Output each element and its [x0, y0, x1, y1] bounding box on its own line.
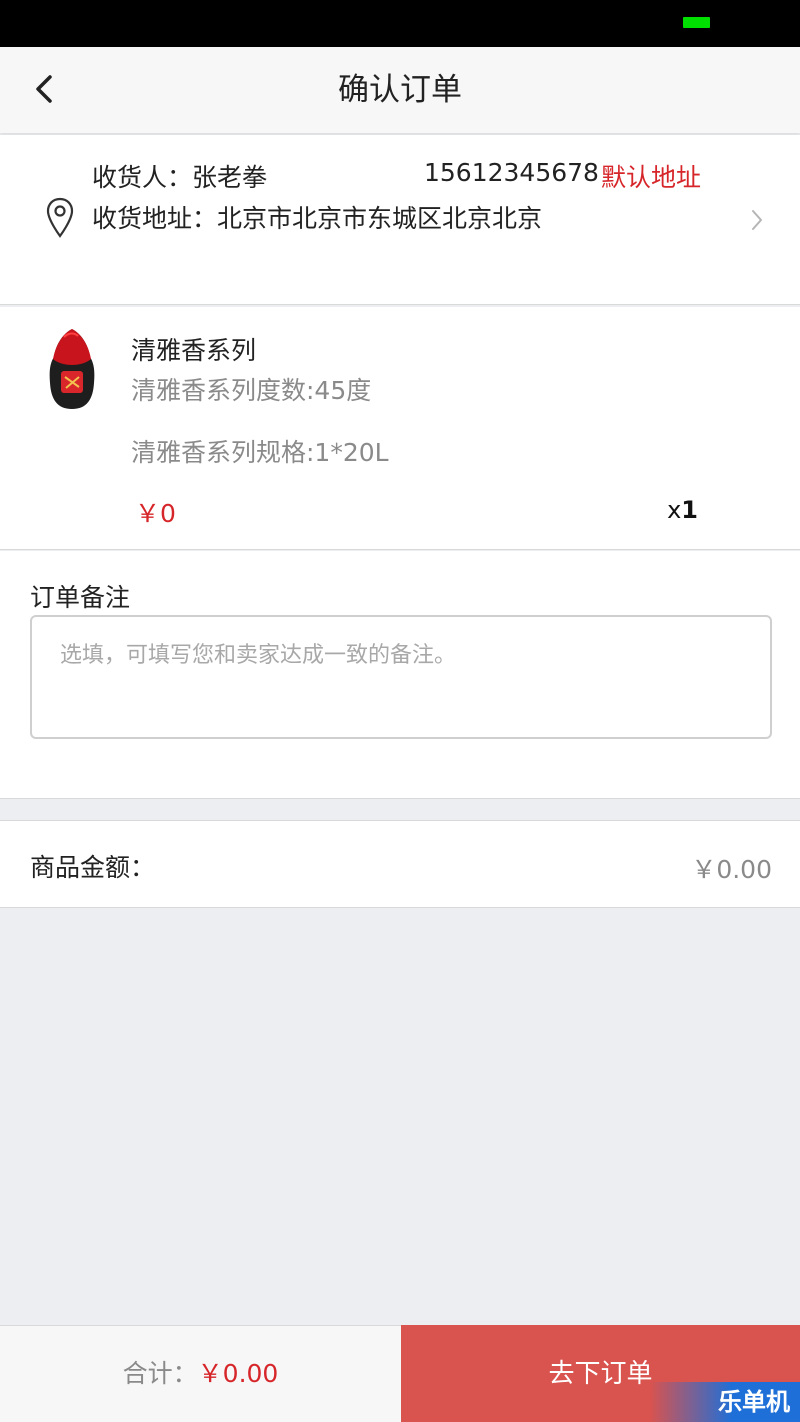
back-button[interactable]	[22, 67, 66, 111]
quantity-value: 1	[681, 496, 698, 524]
consignee-name: 收货人：张老拳	[92, 163, 268, 192]
goods-amount-label: 商品金额：	[30, 853, 156, 882]
product-price: ￥0	[135, 499, 176, 528]
address-card[interactable]: 收货人：张老拳 15612345678 默认地址 收货地址：北京市北京市东城区北…	[0, 135, 800, 305]
consignee-phone: 15612345678	[424, 158, 599, 187]
status-bar	[0, 0, 800, 47]
order-total: 合计：￥0.00	[0, 1325, 401, 1422]
product-spec-degree: 清雅香系列度数:45度	[131, 376, 372, 405]
goods-amount-value: ￥0.00	[691, 855, 772, 884]
product-quantity: x1	[667, 496, 698, 524]
remark-label: 订单备注	[30, 583, 131, 612]
total-label: 合计：	[122, 1359, 198, 1388]
chevron-right-icon	[752, 210, 762, 230]
product-spec-size: 清雅香系列规格:1*20L	[131, 438, 389, 467]
battery-icon	[683, 17, 710, 28]
total-value: ￥0.00	[197, 1359, 279, 1388]
remark-input[interactable]	[60, 643, 750, 668]
page-title: 确认订单	[338, 72, 462, 108]
remark-box[interactable]	[30, 615, 772, 739]
chevron-left-icon	[36, 75, 52, 103]
watermark-logo: 乐单机	[650, 1382, 800, 1422]
product-item: 清雅香系列 清雅香系列度数:45度 清雅香系列规格:1*20L ￥0 x1	[0, 307, 800, 550]
shipping-address: 收货地址：北京市北京市东城区北京北京	[92, 204, 543, 233]
quantity-prefix: x	[667, 496, 682, 524]
default-address-tag: 默认地址	[601, 163, 702, 192]
location-pin-icon	[46, 197, 74, 238]
product-image	[49, 329, 95, 409]
navigation-bar: 确认订单	[0, 47, 800, 133]
product-name: 清雅香系列	[131, 336, 257, 365]
goods-amount-row: 商品金额： ￥0.00	[0, 820, 800, 908]
bottom-action-bar: 合计：￥0.00 去下订单 乐单机	[0, 1325, 800, 1422]
order-remark-section: 订单备注	[0, 551, 800, 799]
